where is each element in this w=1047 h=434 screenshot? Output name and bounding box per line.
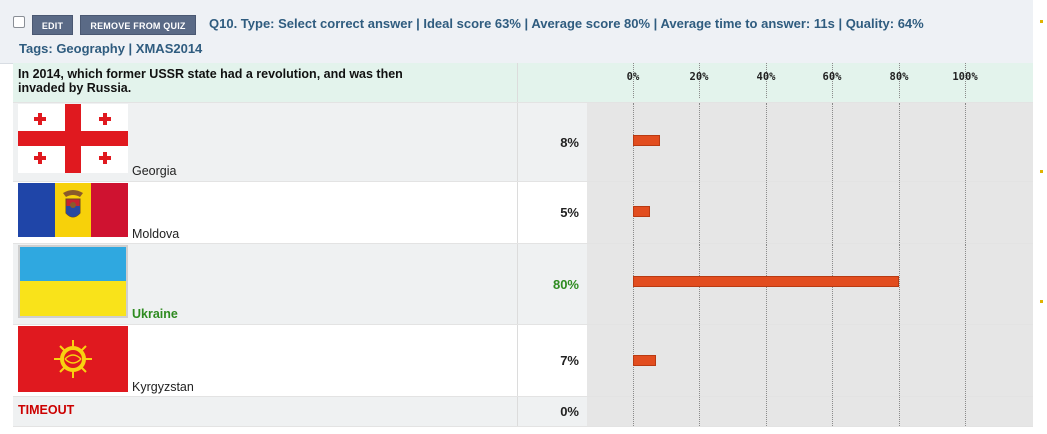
axis-tick: 0% [626,71,640,83]
gridline [898,244,900,324]
answer-bar [633,135,660,146]
gridline [832,182,834,243]
answer-percent: 7% [516,324,587,397]
question-info: Q10. Type: Select correct answer | Ideal… [209,16,924,31]
gridline [898,182,900,243]
axis-tick: 80% [889,71,909,83]
answer-bar [633,355,657,366]
answer-graph [587,243,1033,325]
georgia-flag-icon [18,104,128,173]
axis-ticks: 0% 20% 40% 60% 80% 100% [587,71,1033,85]
gridline [699,325,701,396]
select-question-checkbox[interactable] [13,16,25,28]
answer-option: Moldova [13,181,517,244]
axis-tick: 60% [822,71,842,83]
answer-label: Georgia [132,164,177,178]
gridline [633,397,634,426]
answer-row: Kyrgyzstan 7% [13,324,1033,397]
gridline [965,397,966,426]
answer-option: Ukraine [13,243,517,325]
answer-row: Ukraine 80% [13,243,1033,325]
answer-row: Moldova 5% [13,181,1033,244]
decorative-dot [1040,170,1043,173]
axis-tick: 100% [952,71,978,83]
timeout-row: TIMEOUT 0% [13,396,1033,427]
decorative-dot [1040,20,1043,23]
question-header: EDIT REMOVE FROM QUIZ Q10. Type: Select … [0,0,1033,64]
gridline [898,325,900,396]
answer-label: Moldova [132,227,180,241]
answer-percent: 80% [516,243,587,325]
answer-graph [587,181,1033,244]
gridline [965,244,966,324]
answer-label: Ukraine [132,307,178,321]
ukraine-flag-icon [18,245,128,318]
answer-graph [587,102,1033,182]
kyrgyzstan-flag-icon [18,326,128,392]
gridline [965,325,966,396]
gridline [898,397,900,426]
answer-percent: 5% [516,181,587,244]
answer-percent: 8% [516,102,587,182]
decorative-dot [1040,300,1043,303]
gridline [832,397,834,426]
gridline [832,103,834,181]
gridline [765,397,767,426]
timeout-label: TIMEOUT [13,396,517,427]
gridline [898,103,900,181]
axis-tick: 20% [689,71,709,83]
gridline [699,397,701,426]
question-row: In 2014, which former USSR state had a r… [13,63,1033,103]
gridline [699,182,701,243]
question-text: In 2014, which former USSR state had a r… [13,63,517,103]
timeout-graph [587,396,1033,427]
axis-tick: 40% [756,71,776,83]
question-tags: Tags: Geography | XMAS2014 [19,41,203,56]
answer-label: Kyrgyzstan [132,380,194,394]
gridline [765,103,767,181]
gridline [832,325,834,396]
answer-table: In 2014, which former USSR state had a r… [13,63,1033,427]
gridline [765,182,767,243]
gridline [699,103,701,181]
answer-option: Georgia [13,102,517,182]
gridline [965,103,966,181]
remove-from-quiz-button[interactable]: REMOVE FROM QUIZ [80,15,196,35]
gridline [965,182,966,243]
edit-button[interactable]: EDIT [32,15,73,35]
axis-header: 0% 20% 40% 60% 80% 100% [587,63,1033,103]
answer-option: Kyrgyzstan [13,324,517,397]
answer-graph [587,324,1033,397]
answer-row: Georgia 8% [13,102,1033,182]
timeout-percent: 0% [516,396,587,427]
answer-bar [633,276,899,287]
moldova-flag-icon [18,183,128,237]
gridline [765,325,767,396]
answer-bar [633,206,650,217]
